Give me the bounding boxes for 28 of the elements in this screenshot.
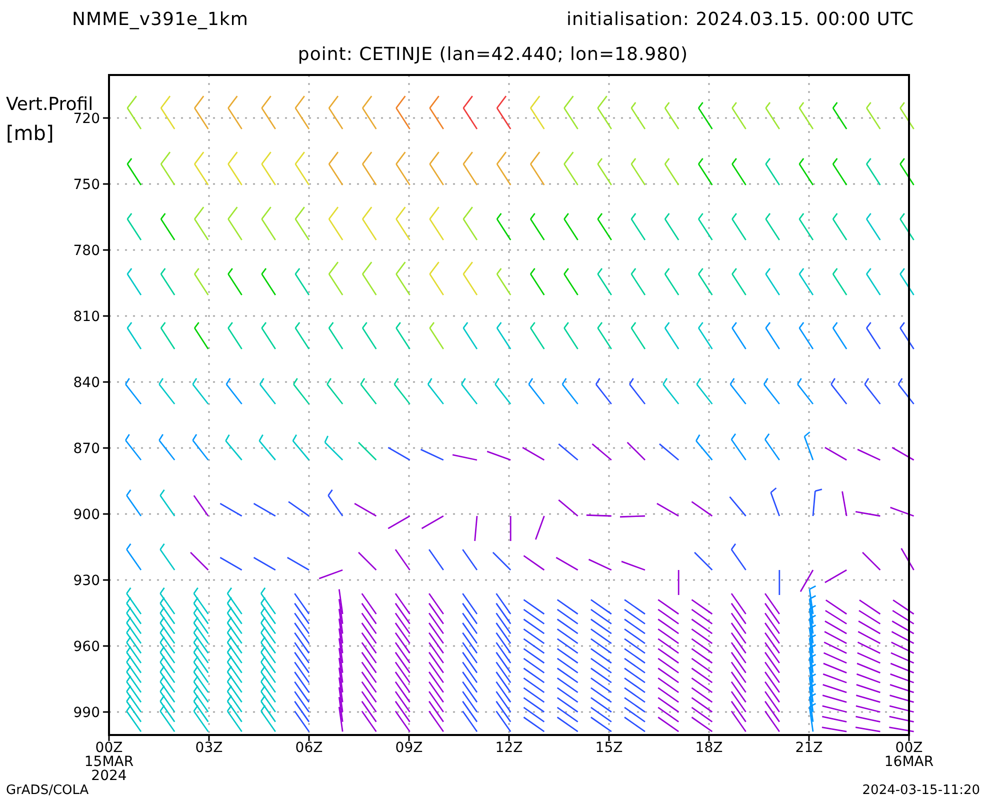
y-tick-label: 780	[73, 243, 100, 259]
timestamp: 2024-03-15-11:20	[862, 784, 980, 798]
y-tick-label: 720	[73, 111, 100, 127]
initialisation-time: initialisation: 2024.03.15. 00:00 UTC	[566, 8, 914, 30]
y-tick-label: 960	[73, 639, 100, 655]
x-tick-label: 03Z	[195, 740, 223, 756]
point-location: point: CETINJE (lan=42.440; lon=18.980)	[298, 44, 688, 64]
x-tick-label: 15Z	[595, 740, 623, 756]
x-tick-date: 15MAR	[84, 754, 134, 770]
x-tick-label: 21Z	[795, 740, 823, 756]
source-credit: GrADS/COLA	[6, 784, 89, 798]
y-axis-unit: [mb]	[6, 121, 54, 145]
x-tick-label: 00Z	[95, 740, 123, 756]
y-tick-label: 750	[73, 177, 100, 193]
y-tick-label: 900	[73, 507, 100, 523]
x-tick-label: 06Z	[295, 740, 323, 756]
x-tick-label: 00Z	[895, 740, 923, 756]
x-tick-date: 16MAR	[884, 754, 934, 770]
x-tick-label: 09Z	[395, 740, 423, 756]
y-tick-label: 840	[73, 375, 100, 391]
x-tick-year: 2024	[91, 768, 127, 784]
x-tick-label: 18Z	[695, 740, 723, 756]
y-tick-label: 930	[73, 573, 100, 589]
y-tick-label: 810	[73, 309, 100, 325]
y-tick-label: 870	[73, 441, 100, 457]
model-title: NMME_v391e_1km	[72, 8, 248, 30]
y-tick-label: 990	[73, 705, 100, 721]
x-tick-label: 12Z	[495, 740, 523, 756]
